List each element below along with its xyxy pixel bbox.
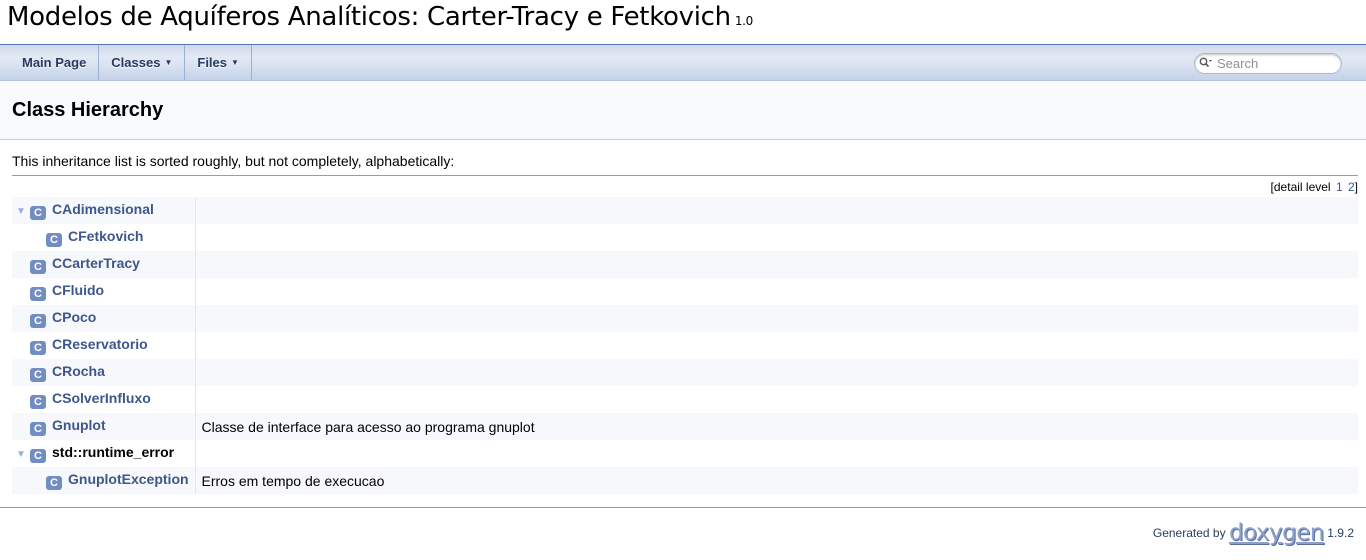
class-icon: C bbox=[30, 449, 46, 463]
class-link-csolverinfluxo[interactable]: CSolverInfluxo bbox=[52, 390, 151, 406]
entry-cell: C CSolverInfluxo bbox=[12, 386, 196, 413]
class-icon: C bbox=[30, 206, 46, 220]
class-desc: Erros em tempo de execucao bbox=[201, 472, 385, 489]
detail-level: [detail level 1 2] bbox=[12, 176, 1358, 197]
class-icon: C bbox=[30, 287, 46, 301]
nav-classes-label: Classes bbox=[111, 55, 161, 70]
entry-cell: C GnuplotException bbox=[12, 467, 196, 494]
nav-main-page[interactable]: Main Page bbox=[0, 45, 100, 80]
detail-level-2[interactable]: 2 bbox=[1348, 180, 1355, 194]
generated-by-text: Generated by bbox=[1152, 526, 1226, 540]
class-desc bbox=[195, 440, 1358, 467]
class-icon: C bbox=[30, 260, 46, 274]
entry-cell: C CPoco bbox=[12, 305, 196, 332]
search-icon[interactable] bbox=[1195, 57, 1217, 71]
search-box[interactable] bbox=[1194, 53, 1342, 74]
class-hierarchy-table: ▼ C CAdimensional C CFetkovich C CCarterTrac… bbox=[12, 197, 1358, 494]
class-icon: C bbox=[30, 368, 46, 382]
class-icon: C bbox=[46, 476, 62, 490]
collapse-arrow-icon[interactable]: ▼ bbox=[12, 206, 30, 217]
main-nav: Main Page Classes ▼ Files ▼ bbox=[0, 45, 1366, 81]
table-row: C CFetkovich bbox=[12, 224, 1358, 251]
nav-files[interactable]: Files ▼ bbox=[185, 45, 252, 80]
class-link-cfluido[interactable]: CFluido bbox=[52, 282, 104, 298]
class-link-crocha[interactable]: CRocha bbox=[52, 363, 105, 379]
table-row: C CPoco bbox=[12, 305, 1358, 332]
doxygen-logo-link[interactable]: doxygen bbox=[1229, 520, 1325, 546]
nav-files-label: Files bbox=[197, 55, 227, 70]
class-desc bbox=[195, 197, 1358, 224]
table-row: C CSolverInfluxo bbox=[12, 386, 1358, 413]
class-link-cfetkovich[interactable]: CFetkovich bbox=[68, 228, 143, 244]
entry-cell: C CReservatorio bbox=[12, 332, 196, 359]
footer: Generated by doxygen 1.9.2 bbox=[0, 508, 1366, 546]
class-icon: C bbox=[30, 341, 46, 355]
page-title: Class Hierarchy bbox=[12, 99, 164, 121]
class-desc bbox=[195, 332, 1358, 359]
class-external-runtime-error: std::runtime_error bbox=[52, 444, 175, 460]
collapse-arrow-icon[interactable]: ▼ bbox=[12, 449, 30, 460]
class-link-gnuplot[interactable]: Gnuplot bbox=[52, 417, 106, 433]
caret-down-icon: ▼ bbox=[231, 58, 239, 67]
table-row: C GnuplotException Erros em tempo de exec… bbox=[12, 467, 1358, 494]
entry-cell: ▼ C CAdimensional bbox=[12, 197, 196, 224]
nav-classes[interactable]: Classes ▼ bbox=[99, 45, 186, 80]
entry-cell: C CFetkovich bbox=[12, 224, 196, 251]
project-version: 1.0 bbox=[734, 14, 754, 28]
entry-cell: C CCarterTracy bbox=[12, 251, 196, 278]
table-row: ▼ Cstd::runtime_error bbox=[12, 440, 1358, 467]
project-name: Modelos de Aquíferos Analíticos: Carter-… bbox=[7, 2, 753, 32]
class-link-gnuplotexception[interactable]: GnuplotException bbox=[68, 471, 189, 487]
project-title: Modelos de Aquíferos Analíticos: Carter-… bbox=[7, 2, 731, 32]
contents: This inheritance list is sorted roughly,… bbox=[0, 153, 1366, 494]
class-icon: C bbox=[30, 314, 46, 328]
class-desc bbox=[195, 224, 1358, 251]
class-desc bbox=[195, 359, 1358, 386]
detail-level-suffix: ] bbox=[1354, 180, 1358, 194]
entry-cell: C Gnuplot bbox=[12, 413, 196, 440]
table-row: C CCarterTracy bbox=[12, 251, 1358, 278]
table-row: C CRocha bbox=[12, 359, 1358, 386]
table-row: C CReservatorio bbox=[12, 332, 1358, 359]
class-icon: C bbox=[30, 395, 46, 409]
class-link-cadimensional[interactable]: CAdimensional bbox=[52, 201, 154, 217]
class-link-creservatorio[interactable]: CReservatorio bbox=[52, 336, 148, 352]
class-desc: Classe de interface para acesso ao progr… bbox=[201, 418, 535, 435]
class-desc bbox=[195, 278, 1358, 305]
class-desc bbox=[195, 251, 1358, 278]
class-icon: C bbox=[30, 422, 46, 436]
page-header: Class Hierarchy bbox=[0, 81, 1366, 140]
doxygen-version: 1.9.2 bbox=[1327, 526, 1354, 540]
class-link-cpoco[interactable]: CPoco bbox=[52, 309, 96, 325]
entry-cell: C CRocha bbox=[12, 359, 196, 386]
nav-main-page-label: Main Page bbox=[22, 55, 87, 70]
class-desc bbox=[195, 305, 1358, 332]
entry-cell: ▼ Cstd::runtime_error bbox=[12, 440, 196, 467]
intro-text: This inheritance list is sorted roughly,… bbox=[12, 153, 455, 169]
title-area: Modelos de Aquíferos Analíticos: Carter-… bbox=[0, 0, 1366, 45]
class-icon: C bbox=[46, 233, 62, 247]
table-row: ▼ C CAdimensional bbox=[12, 197, 1358, 224]
detail-level-1[interactable]: 1 bbox=[1336, 180, 1343, 194]
table-row: C Gnuplot Classe de interface para acesso… bbox=[12, 413, 1358, 440]
class-desc bbox=[195, 386, 1358, 413]
class-link-ccartertracy[interactable]: CCarterTracy bbox=[52, 255, 140, 271]
search-input[interactable] bbox=[1217, 56, 1332, 71]
caret-down-icon: ▼ bbox=[164, 58, 173, 67]
detail-level-prefix: [detail level bbox=[1270, 180, 1331, 194]
table-row: C CFluido bbox=[12, 278, 1358, 305]
entry-cell: C CFluido bbox=[12, 278, 196, 305]
